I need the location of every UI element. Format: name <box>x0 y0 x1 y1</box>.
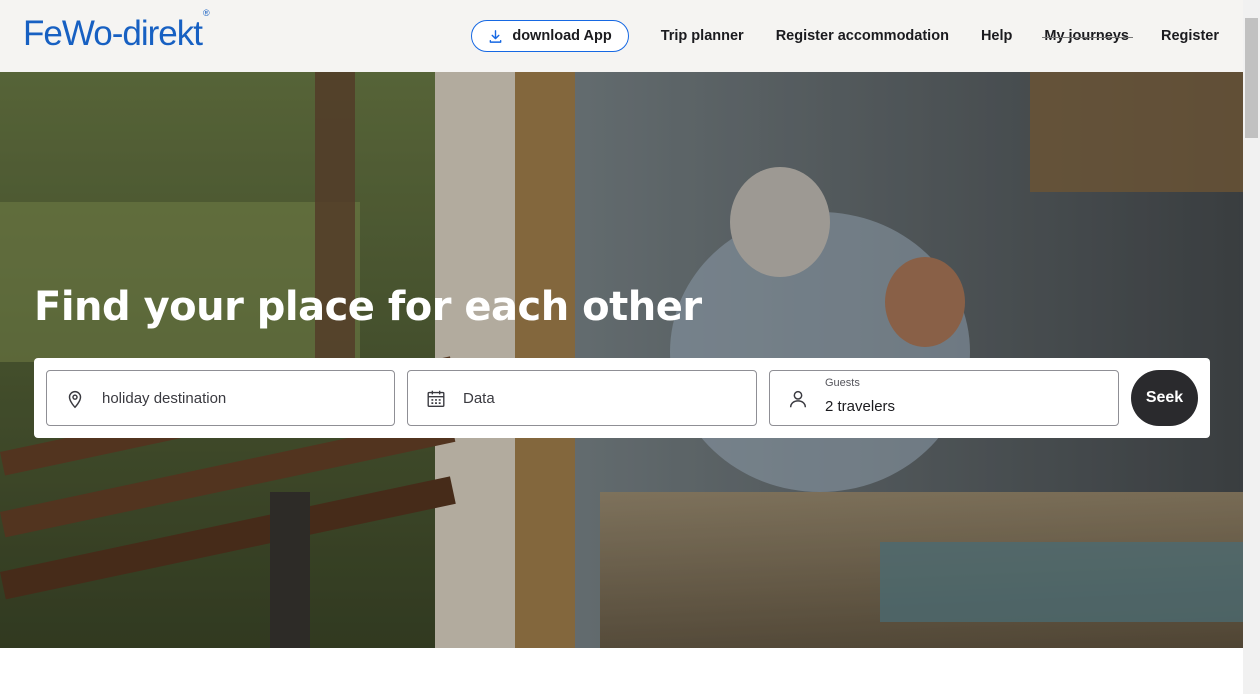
calendar-icon <box>427 390 445 408</box>
person-icon <box>789 390 807 408</box>
nav-register[interactable]: Register <box>1145 28 1219 44</box>
dates-input[interactable]: Data <box>463 390 495 407</box>
download-app-label: download App <box>512 28 612 44</box>
logo-text: FeWo-direkt <box>23 14 203 53</box>
site-header: FeWo-direkt® download App Trip planner R… <box>0 0 1243 72</box>
guests-label: Guests <box>825 377 860 389</box>
hero-title: Find your place for each other <box>34 284 702 330</box>
hero-banner: Find your place for each other holiday d… <box>0 72 1243 648</box>
nav-my-journeys[interactable]: My journeys <box>1028 28 1145 44</box>
nav-my-journeys-label: My journeys <box>1044 28 1129 44</box>
destination-input[interactable]: holiday destination <box>102 390 226 407</box>
scrollbar-thumb[interactable] <box>1245 18 1258 138</box>
top-nav: download App Trip planner Register accom… <box>471 20 1219 52</box>
destination-field[interactable]: holiday destination <box>46 370 395 426</box>
download-icon <box>489 29 502 43</box>
map-pin-icon <box>68 391 82 409</box>
dates-field[interactable]: Data <box>407 370 757 426</box>
logo-trademark: ® <box>202 8 210 19</box>
seek-button[interactable]: Seek <box>1131 370 1198 426</box>
nav-trip-planner[interactable]: Trip planner <box>645 28 760 44</box>
fewo-direkt-logo[interactable]: FeWo-direkt® <box>23 8 210 54</box>
download-app-button[interactable]: download App <box>471 20 629 52</box>
search-bar: holiday destination Data Guests 2 travel… <box>34 358 1210 438</box>
nav-help[interactable]: Help <box>965 28 1028 44</box>
guests-value[interactable]: 2 travelers <box>825 398 895 415</box>
cursor-mark <box>1042 37 1133 38</box>
guests-field[interactable]: Guests 2 travelers <box>769 370 1119 426</box>
nav-register-accommodation[interactable]: Register accommodation <box>760 28 965 44</box>
